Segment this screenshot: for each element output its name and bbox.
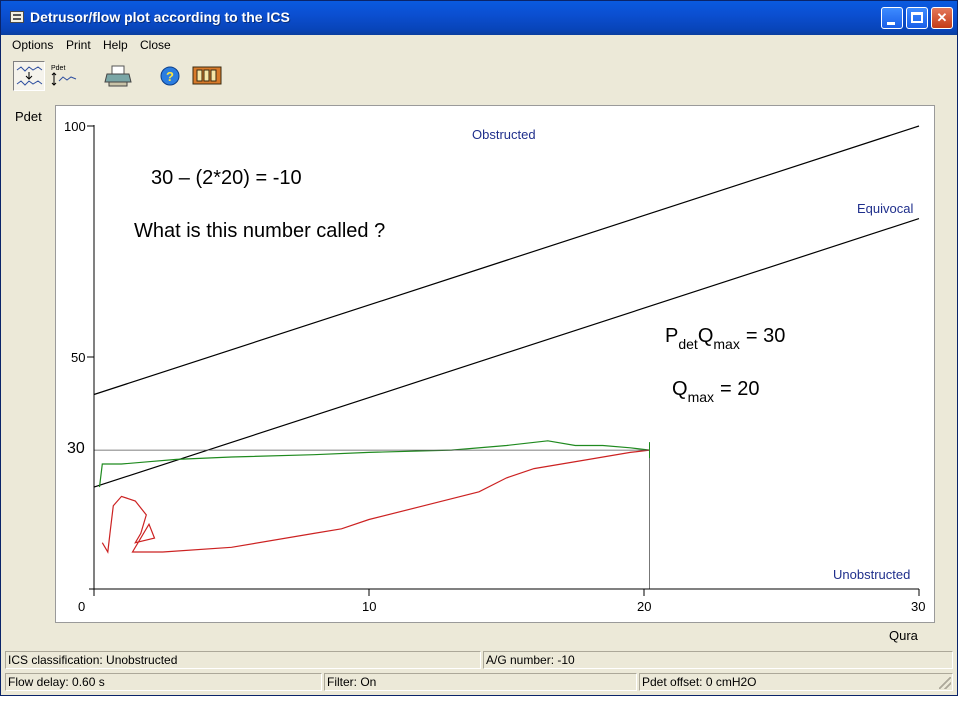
maximize-button[interactable] bbox=[906, 7, 928, 29]
x-axis-title: Qura bbox=[889, 628, 918, 643]
minimize-icon bbox=[887, 22, 895, 25]
help-button[interactable]: ? bbox=[155, 61, 187, 91]
close-icon: ✕ bbox=[936, 10, 948, 25]
printer-icon bbox=[104, 65, 132, 87]
status-bar-top: ICS classification: Unobstructed A/G num… bbox=[5, 651, 953, 669]
app-icon bbox=[10, 11, 24, 23]
menu-options[interactable]: Options bbox=[12, 38, 53, 52]
help-icon: ? bbox=[160, 66, 180, 86]
svg-text:?: ? bbox=[166, 69, 174, 84]
pdet-view-button[interactable]: Pdet bbox=[49, 61, 81, 91]
print-button[interactable] bbox=[103, 61, 135, 91]
close-window-button[interactable]: ✕ bbox=[931, 7, 953, 29]
maximize-icon bbox=[911, 12, 923, 23]
detrusor-flow-window: Detrusor/flow plot according to the ICS … bbox=[0, 0, 958, 696]
toolbar: Pdet ? bbox=[1, 57, 957, 95]
pdet-view-icon: Pdet bbox=[51, 65, 77, 86]
minimize-button[interactable] bbox=[881, 7, 903, 29]
ics-classification-status: ICS classification: Unobstructed bbox=[5, 651, 481, 669]
ag-number-status: A/G number: -10 bbox=[483, 651, 953, 669]
svg-text:Pdet: Pdet bbox=[51, 65, 65, 72]
plot-view-button[interactable] bbox=[13, 61, 45, 91]
menu-print[interactable]: Print bbox=[66, 38, 91, 52]
plot-area bbox=[55, 105, 935, 623]
y-axis-title: Pdet bbox=[15, 109, 42, 124]
film-icon bbox=[192, 66, 222, 85]
flow-delay-status: Flow delay: 0.60 s bbox=[5, 673, 322, 691]
plot-view-icon bbox=[16, 66, 43, 86]
menu-close[interactable]: Close bbox=[140, 38, 171, 52]
pdet-offset-status: Pdet offset: 0 cmH2O bbox=[639, 673, 953, 691]
window-title: Detrusor/flow plot according to the ICS bbox=[30, 9, 290, 25]
menu-help[interactable]: Help bbox=[103, 38, 128, 52]
film-button[interactable] bbox=[191, 61, 223, 91]
resize-grip-icon[interactable] bbox=[939, 677, 951, 689]
title-bar[interactable]: Detrusor/flow plot according to the ICS … bbox=[1, 1, 957, 35]
menu-bar: Options Print Help Close bbox=[1, 35, 957, 55]
filter-status: Filter: On bbox=[324, 673, 637, 691]
status-bar-bottom: Flow delay: 0.60 s Filter: On Pdet offse… bbox=[5, 673, 953, 691]
